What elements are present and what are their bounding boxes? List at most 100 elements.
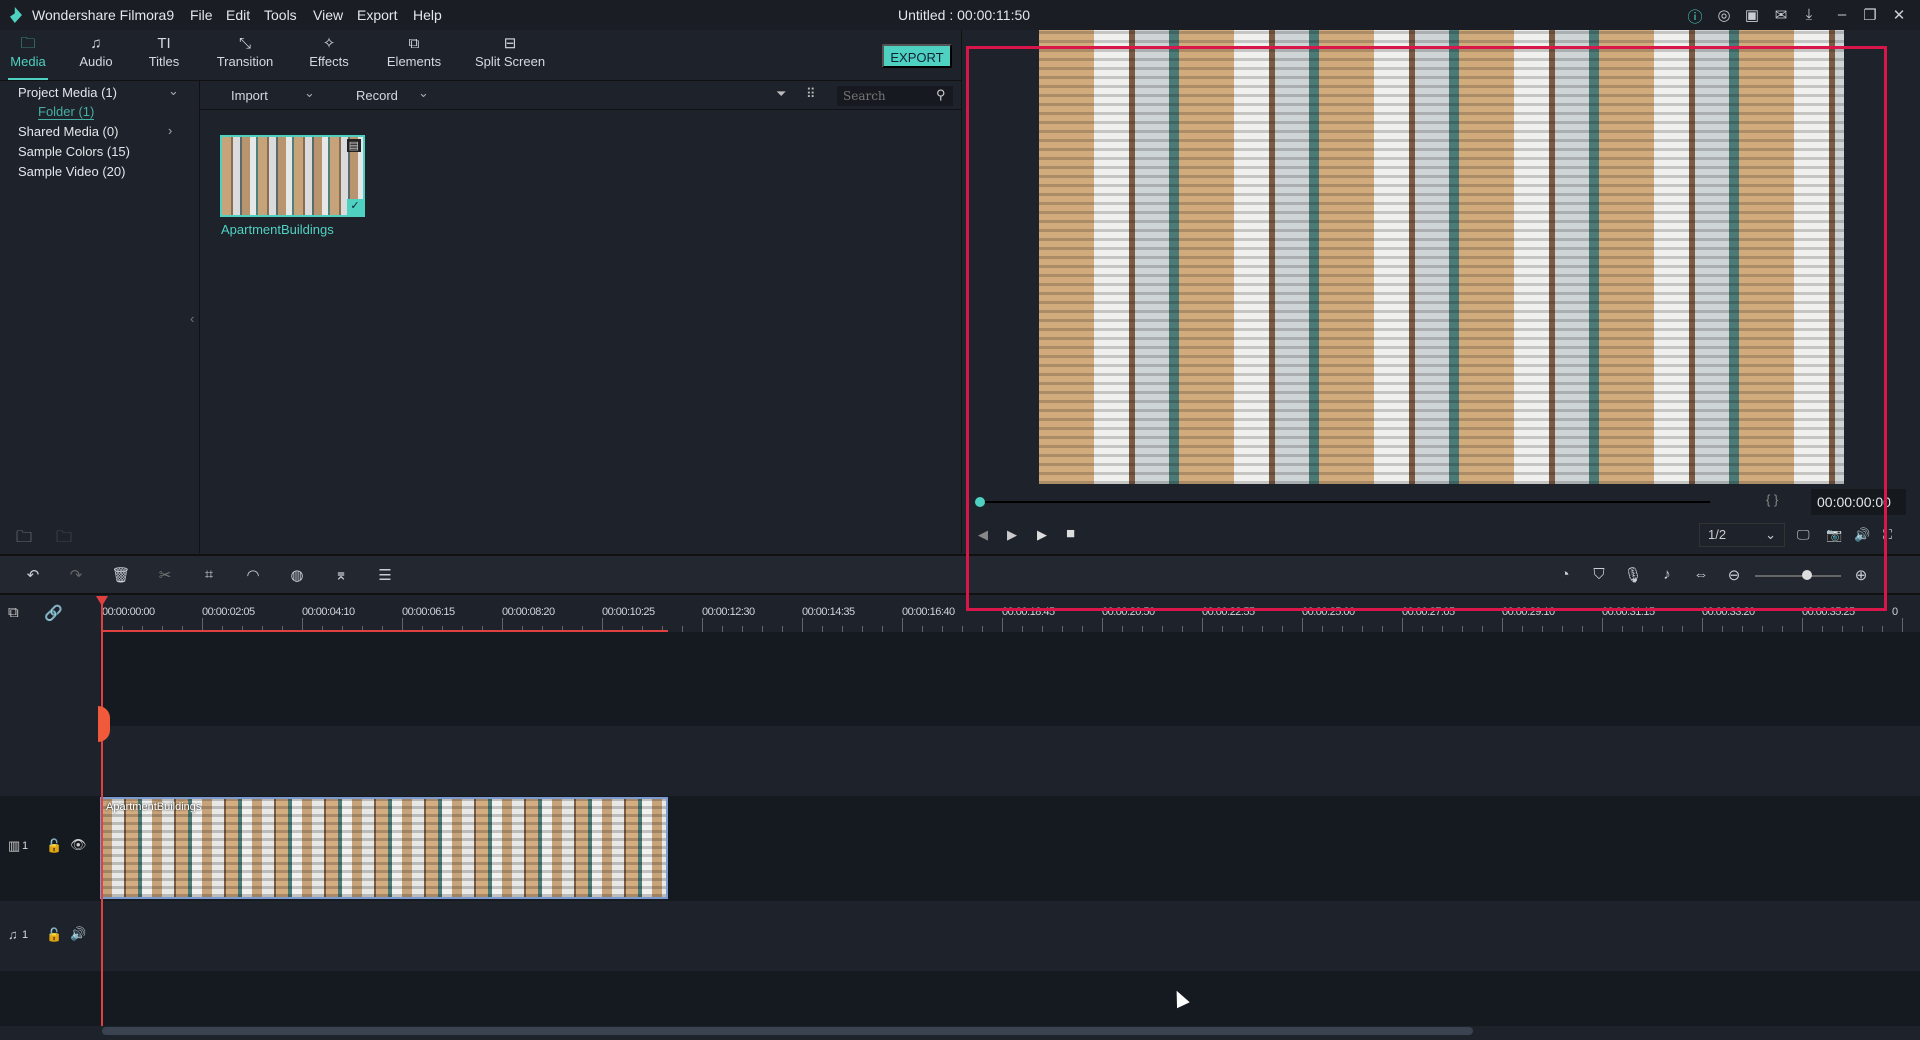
import-button[interactable]: Import [231,88,268,103]
redo-icon[interactable]: ↷ [66,566,86,584]
adjust-icon[interactable]: ☰ [375,566,395,584]
restore-icon[interactable]: ❐ [1860,6,1880,24]
ruler-label: 00:00:10:25 [602,606,655,618]
filmora-logo-icon [10,7,22,23]
music-icon: ♫ [90,35,102,52]
record-chevron-icon[interactable]: ⌄ [418,85,429,101]
media-sidebar: Project Media (1) ⌄ Folder (1) Shared Me… [0,81,200,553]
title-bar: Wondershare Filmora9 File Edit Tools Vie… [0,0,1920,30]
ruler-label: 00:00:00:00 [102,606,155,618]
crop-icon[interactable]: ⌗ [199,566,219,583]
color-icon[interactable]: ◍ [287,566,307,584]
menu-edit[interactable]: Edit [226,7,250,23]
tab-label: Audio [79,54,113,69]
audio-track-lane [100,901,1920,971]
cut-icon[interactable]: ✂ [155,566,175,584]
playhead[interactable] [101,596,103,1026]
grid-view-icon[interactable]: ⠿ [806,86,816,102]
tab-transition[interactable]: ⤡ Transition [212,30,278,80]
ruler-tick [1502,618,1503,632]
ruler-label: 0 [1892,606,1898,618]
tab-titles[interactable]: TI Titles [144,30,184,80]
export-button[interactable]: EXPORT [882,44,952,68]
import-chevron-icon[interactable]: ⌄ [304,85,315,101]
timeline-scrollbar[interactable] [102,1027,1473,1035]
mail-icon[interactable]: ✉ [1771,6,1791,24]
speed-icon[interactable]: ◠ [243,566,263,584]
add-track-icon[interactable]: ⧉ [8,604,19,621]
ruler-label: 00:00:16:40 [902,606,955,618]
media-item-name[interactable]: ApartmentBuildings [221,222,334,237]
ruler-label: 00:00:12:30 [702,606,755,618]
video-track-header: ▥ 1 🔓 👁 [0,796,100,901]
save-icon[interactable]: ▣ [1742,6,1762,24]
lock-icon[interactable]: 🔓 [46,927,62,943]
project-title: Untitled : 00:00:11:50 [898,7,1031,23]
filter-icon[interactable]: ⏷ [776,86,786,102]
audio-track-number: 1 [22,929,29,941]
eye-icon[interactable]: 👁 [70,837,87,853]
ruler-tick [702,618,703,632]
ruler-tick [1902,618,1903,632]
chevron-right-icon[interactable]: › [168,123,172,138]
tab-media[interactable]: 🗀 Media [8,30,48,80]
record-button[interactable]: Record [356,88,398,103]
tab-split-screen[interactable]: ⊟ Split Screen [474,30,546,80]
ruler-label: 00:00:06:15 [402,606,455,618]
ruler-tick [1702,618,1703,632]
tab-effects[interactable]: ✧ Effects [304,30,354,80]
clip-label: ApartmentBuildings [106,801,202,813]
media-item-thumbnail[interactable]: ▤ ✓ [220,135,365,217]
download-icon[interactable]: ⤓ [1799,6,1819,23]
ruler-tick [1302,618,1303,632]
ruler-tick [1002,618,1003,632]
elements-icon: ⧉ [408,35,420,52]
sidebar-item-sample-video[interactable]: Sample Video (20) [18,164,125,179]
menu-tools[interactable]: Tools [264,7,297,23]
collapse-panel-icon[interactable]: ‹ [190,311,194,326]
lock-icon[interactable]: 🔓 [46,838,62,854]
tab-label: Elements [386,54,442,69]
account-icon[interactable]: ◎ [1714,6,1734,24]
sidebar-item-sample-colors[interactable]: Sample Colors (15) [18,144,130,159]
info-icon[interactable]: ⓘ [1685,6,1705,27]
sidebar-item-project-media[interactable]: Project Media (1) [18,85,117,100]
ruler-tick [1602,618,1603,632]
green-screen-icon[interactable]: ⌆ [331,566,351,584]
app-name: Wondershare Filmora9 [32,7,175,23]
delete-icon[interactable]: 🗑 [111,566,131,584]
ruler-label: 00:00:02:05 [202,606,255,618]
tab-label: Media [10,54,46,69]
menu-help[interactable]: Help [413,7,442,23]
menu-export[interactable]: Export [357,7,397,23]
speaker-icon[interactable]: 🔊 [70,926,86,942]
tab-label: Titles [148,54,180,69]
ruler-label: 00:00:04:10 [302,606,355,618]
menu-view[interactable]: View [313,7,343,23]
highlight-box [966,46,1887,611]
search-icon[interactable]: ⚲ [936,87,946,103]
ruler-tick [1202,618,1203,632]
sidebar-item-folder[interactable]: Folder (1) [38,104,95,120]
timeline-clip[interactable]: ApartmentBuildings [100,797,668,899]
folder-icon: 🗀 [20,35,36,52]
tab-label: Effects [309,54,349,69]
sidebar-item-shared-media[interactable]: Shared Media (0) [18,124,118,139]
minimize-icon[interactable]: – [1832,6,1852,23]
chevron-down-icon[interactable]: ⌄ [168,83,179,99]
link-icon[interactable]: 🔗 [44,604,63,622]
empty-track-band [0,726,1920,796]
media-toolbar: Import ⌄ Record ⌄ ⏷ ⠿ ⚲ [200,81,961,110]
checkmark-icon: ✓ [347,199,363,215]
track-header-empty [0,632,100,726]
menu-file[interactable]: File [190,7,213,23]
add-folder-icon[interactable]: 🗀 [16,526,32,553]
close-icon[interactable]: ✕ [1889,6,1909,24]
effects-icon: ✧ [322,35,336,52]
video-track-icon: ▥ [8,838,21,853]
ruler-tick [802,618,803,632]
tab-elements[interactable]: ⧉ Elements [384,30,444,80]
remove-folder-icon[interactable]: 🗀 [56,526,72,553]
tab-audio[interactable]: ♫ Audio [76,30,116,80]
undo-icon[interactable]: ↶ [23,566,43,584]
